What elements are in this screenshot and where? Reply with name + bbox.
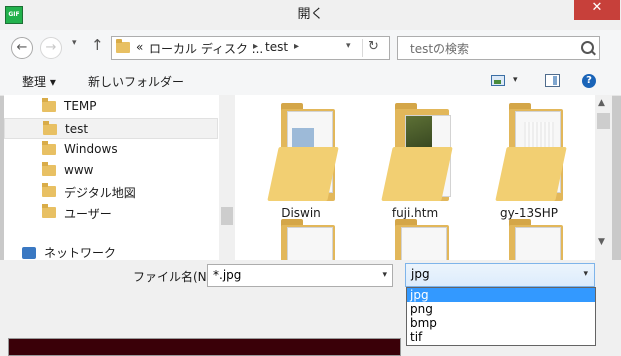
filetype-value: jpg xyxy=(411,267,430,281)
sidebar-item-windows[interactable]: Windows xyxy=(4,139,218,160)
file-tile-gy-13shp[interactable]: gy-13SHP xyxy=(479,101,579,221)
folder-icon xyxy=(116,39,130,53)
sidebar-item-network[interactable]: ネットワーク xyxy=(44,244,116,260)
sidebar-item-www[interactable]: www xyxy=(4,160,218,181)
document-thumbnail xyxy=(401,227,447,260)
filename-value[interactable]: *.jpg xyxy=(213,268,241,282)
file-tile[interactable] xyxy=(479,217,579,260)
sidebar-item-label: test xyxy=(65,122,89,136)
organize-button[interactable]: 整理 ▾ xyxy=(22,73,56,90)
sidebar-item-label: www xyxy=(64,163,94,177)
history-dropdown-icon[interactable]: ▾ xyxy=(72,38,77,48)
folder-icon xyxy=(42,162,56,176)
scroll-down-icon[interactable]: ▼ xyxy=(598,237,605,247)
search-icon xyxy=(581,41,594,54)
help-icon[interactable]: ? xyxy=(582,74,596,88)
file-tile-diswin[interactable]: Diswin xyxy=(251,101,351,221)
background-window xyxy=(8,338,401,356)
file-list: Diswin fuji.htm gy-13SHP xyxy=(235,95,595,260)
navigation-scrollbar[interactable] xyxy=(219,95,235,260)
folder-icon xyxy=(42,183,56,197)
document-thumbnail xyxy=(515,227,561,260)
file-tile-fuji[interactable]: fuji.htm xyxy=(365,101,465,221)
filename-label: ファイル名(N): xyxy=(133,270,216,284)
search-placeholder: testの検索 xyxy=(410,42,470,56)
address-bar[interactable]: « ローカル ディスク ... ▸ test ▸ ▾ ↻ xyxy=(111,36,390,60)
view-icon[interactable] xyxy=(491,75,505,86)
breadcrumb-local-disk[interactable]: ローカル ディスク ... xyxy=(149,40,263,57)
breadcrumb-test[interactable]: test xyxy=(265,40,288,54)
new-folder-button[interactable]: 新しいフォルダー xyxy=(88,73,184,90)
sidebar-item-temp[interactable]: TEMP xyxy=(4,96,218,117)
folder-icon xyxy=(267,147,339,201)
back-button[interactable]: ← xyxy=(11,37,33,59)
chevron-down-icon[interactable]: ▾ xyxy=(583,269,588,279)
command-bar: 整理 ▾ 新しいフォルダー ▾ ? xyxy=(0,66,621,96)
chevron-down-icon[interactable]: ▾ xyxy=(382,270,387,280)
document-thumbnail xyxy=(287,227,333,260)
sidebar-item-label: ユーザー xyxy=(64,207,112,221)
breadcrumb-overflow[interactable]: « xyxy=(136,40,143,54)
folder-icon xyxy=(43,121,57,135)
filetype-option-tif[interactable]: tif xyxy=(407,330,595,344)
sidebar-item-label: TEMP xyxy=(64,99,97,113)
title-bar: GIF 開く ✕ xyxy=(0,0,621,31)
folder-icon xyxy=(381,147,453,201)
folder-icon xyxy=(42,98,56,112)
sidebar-item-label: Windows xyxy=(64,142,118,156)
filetype-dropdown-list: jpg png bmp tif xyxy=(406,287,596,346)
close-button[interactable]: ✕ xyxy=(574,0,620,20)
filename-combobox[interactable]: *.jpg ▾ xyxy=(207,264,393,287)
forward-button[interactable]: → xyxy=(40,37,62,59)
filetype-select[interactable]: jpg ▾ xyxy=(405,263,595,287)
view-dropdown-icon[interactable]: ▾ xyxy=(513,75,518,85)
sidebar-item-test[interactable]: test xyxy=(4,118,218,139)
preview-pane-icon[interactable] xyxy=(545,74,560,87)
address-row: ← → ▾ ↑ « ローカル ディスク ... ▸ test ▸ ▾ ↻ tes… xyxy=(0,30,621,66)
file-list-scrollbar[interactable]: ▲ ▼ xyxy=(595,95,612,260)
navigation-pane: TEMP test Windows www デジタル地図 ユーザー ネットワーク xyxy=(4,95,220,260)
file-tile[interactable] xyxy=(365,217,465,260)
breadcrumb-separator-icon[interactable]: ▸ xyxy=(253,41,258,52)
up-button[interactable]: ↑ xyxy=(91,36,104,54)
breadcrumb-separator-icon[interactable]: ▸ xyxy=(294,41,299,52)
folder-icon xyxy=(495,147,567,201)
window-title: 開く xyxy=(297,7,324,22)
file-tile[interactable] xyxy=(251,217,351,260)
folder-icon xyxy=(42,204,56,218)
scroll-up-icon[interactable]: ▲ xyxy=(598,98,605,108)
folder-icon xyxy=(42,141,56,155)
divider xyxy=(362,39,363,57)
refresh-icon[interactable]: ↻ xyxy=(368,39,379,54)
search-input[interactable]: testの検索 xyxy=(397,36,600,60)
filetype-option-jpg[interactable]: jpg xyxy=(407,288,595,302)
sidebar-item-label: デジタル地図 xyxy=(64,186,136,200)
scrollbar-thumb[interactable] xyxy=(597,113,610,129)
sidebar-item-digital-map[interactable]: デジタル地図 xyxy=(4,181,218,202)
filetype-option-png[interactable]: png xyxy=(407,302,595,316)
sidebar-item-users[interactable]: ユーザー xyxy=(4,202,218,223)
scrollbar-thumb[interactable] xyxy=(221,207,233,225)
address-dropdown-icon[interactable]: ▾ xyxy=(346,41,351,51)
network-icon xyxy=(22,247,36,259)
filetype-option-bmp[interactable]: bmp xyxy=(407,316,595,330)
